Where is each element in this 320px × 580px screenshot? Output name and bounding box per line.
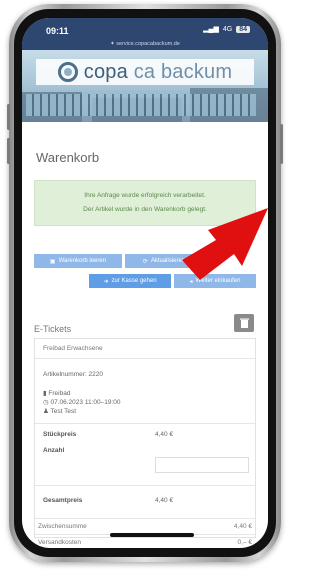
- signal-icon: ▂▄▆: [203, 26, 219, 33]
- url-bar[interactable]: ✦ service.copacabackum.de: [22, 38, 268, 50]
- site-logo[interactable]: copa ca backum: [36, 59, 254, 85]
- power-button: [280, 124, 283, 164]
- divider: [35, 423, 255, 424]
- unit-price-value: 4,40 €: [155, 431, 174, 438]
- status-indicators: ▂▄▆ 4G 84: [203, 25, 250, 33]
- status-time: 09:11: [46, 26, 69, 36]
- quantity-label: Anzahl: [43, 447, 65, 454]
- total-price-label: Gesamtpreis: [43, 497, 83, 504]
- battery-icon: 84: [236, 25, 250, 33]
- header-glass-facade: [26, 94, 256, 116]
- section-title: E-Tickets: [34, 324, 72, 334]
- ticket-venue: ▮ Freibad: [43, 390, 71, 397]
- user-icon: ♟: [43, 408, 49, 415]
- ticket-person: ♟ Test Test: [43, 408, 77, 415]
- logo-text-light: ca backum: [133, 60, 233, 83]
- trash-icon: [239, 318, 249, 328]
- logo-icon: [57, 62, 78, 82]
- checkout-button[interactable]: ➜ zur Kasse gehen: [89, 274, 171, 288]
- volume-button: [7, 138, 10, 164]
- site-header: copa ca backum: [22, 50, 268, 122]
- volume-button: [7, 104, 10, 130]
- home-indicator[interactable]: [110, 533, 194, 537]
- ticket-name: Freibad Erwachsene: [35, 339, 255, 359]
- total-price-value: 4,40 €: [155, 497, 174, 504]
- ticket-date: ◷ 07.06.2023 11:00–19:00: [43, 399, 121, 406]
- annotation-arrow-icon: [182, 208, 268, 280]
- building-icon: ▮: [43, 390, 47, 397]
- remove-item-button[interactable]: [234, 314, 254, 332]
- clock-icon: ◷: [43, 399, 49, 406]
- empty-cart-button[interactable]: ▣ Warenkorb leeren: [34, 254, 122, 268]
- divider: [35, 485, 255, 486]
- refresh-icon: ⟳: [142, 258, 148, 265]
- subtotal-row: Zwischensumme 4,40 €: [34, 518, 256, 534]
- cart-icon: ➜: [103, 278, 109, 285]
- page-title: Warenkorb: [36, 150, 100, 165]
- quantity-input[interactable]: [155, 457, 249, 473]
- article-number: Artikelnummer: 2220: [43, 371, 103, 378]
- unit-price-label: Stückpreis: [43, 431, 77, 438]
- ticket-card: Freibad Erwachsene Artikelnummer: 2220 ▮…: [34, 338, 256, 538]
- trash-icon: ▣: [49, 258, 56, 265]
- logo-text-main: copa: [83, 60, 128, 83]
- network-label: 4G: [222, 25, 233, 33]
